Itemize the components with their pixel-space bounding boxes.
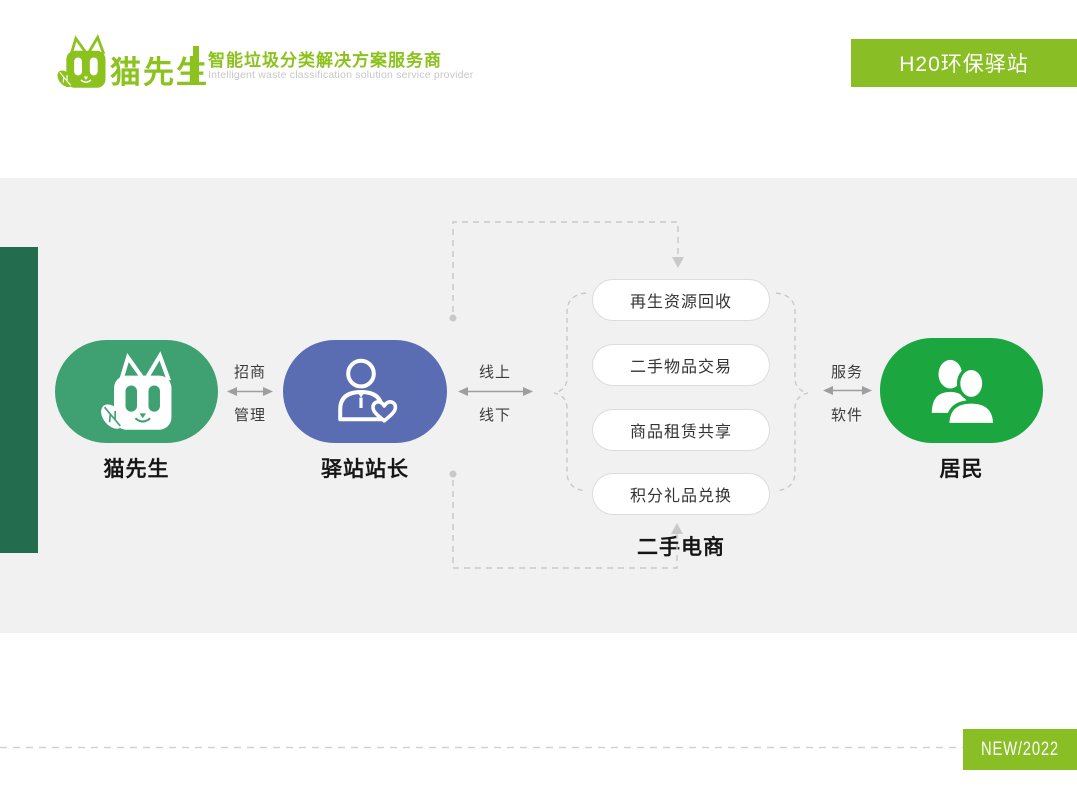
- connector2-bottom-label: 线下: [463, 404, 527, 425]
- service-box-points-exchange: 积分礼品兑换: [592, 473, 770, 515]
- connector1-bottom-label: 管理: [218, 404, 282, 425]
- label-maoxiansheng: 猫先生: [55, 456, 218, 484]
- connector2-top-label: 线上: [463, 361, 527, 382]
- new-2022-badge: NEW/2022: [963, 729, 1077, 770]
- tagline-cn: 智能垃圾分类解决方案服务商: [208, 46, 442, 71]
- person-heart-icon: [325, 352, 405, 432]
- services-group-label: 二手电商: [581, 531, 781, 561]
- cat-logo-icon: [54, 32, 110, 92]
- label-residents: 居民: [880, 456, 1043, 484]
- service-box-secondhand-trade: 二手物品交易: [592, 344, 770, 386]
- connector1-top-label: 招商: [218, 361, 282, 382]
- connector3-bottom-label: 软件: [815, 404, 879, 425]
- label-station-manager: 驿站站长: [283, 456, 447, 484]
- entity-residents: [880, 338, 1043, 443]
- h20-station-badge: H20环保驿站: [851, 39, 1077, 87]
- connector3-top-label: 服务: [815, 361, 879, 382]
- service-box-recycling: 再生资源回收: [592, 279, 770, 321]
- service-box-rental-sharing: 商品租赁共享: [592, 409, 770, 451]
- people-icon: [920, 349, 1004, 433]
- cat-icon: [96, 349, 178, 435]
- left-accent-bar: [0, 247, 38, 553]
- tagline-en: Intelligent waste classification solutio…: [208, 69, 473, 81]
- logo-divider: [193, 46, 199, 85]
- entity-station-manager: [283, 340, 447, 443]
- new-2022-text: NEW/2022: [981, 739, 1059, 761]
- entity-maoxiansheng: [55, 340, 218, 443]
